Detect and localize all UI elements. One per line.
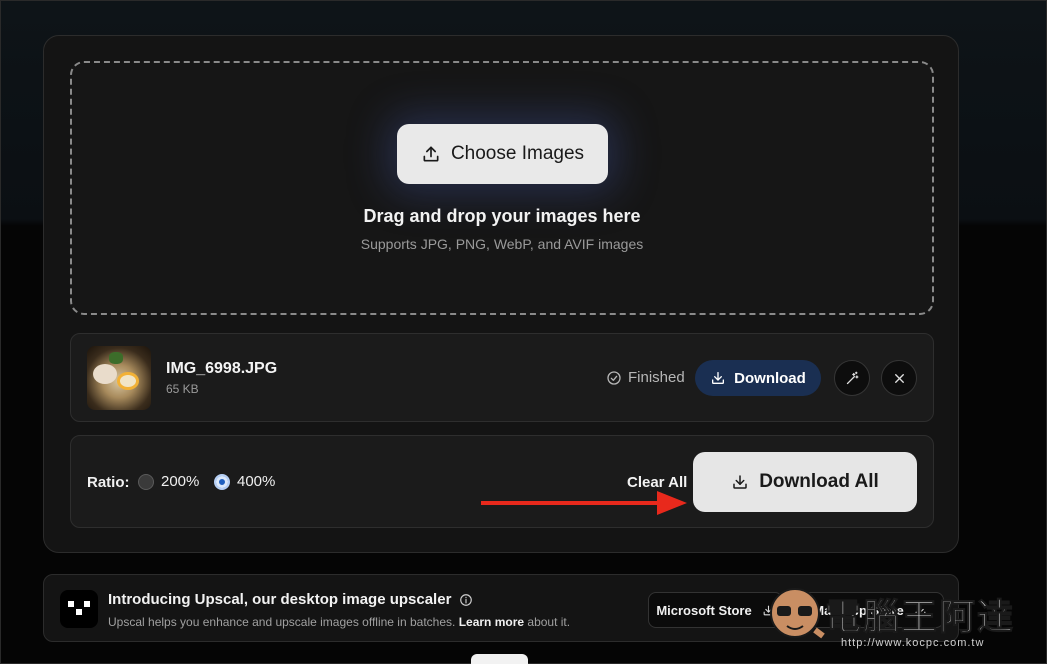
file-name: IMG_6998.JPG	[166, 360, 278, 377]
check-circle-icon	[607, 370, 621, 385]
download-icon	[712, 372, 725, 384]
status-text: Finished	[628, 369, 685, 386]
upscal-promo-banner: Introducing Upscal, our desktop image up…	[43, 574, 959, 642]
download-button[interactable]: Download	[695, 360, 821, 396]
upscaler-panel: Choose Images Drag and drop your images …	[43, 35, 959, 553]
status-badge: Finished	[606, 369, 685, 386]
radio-unselected[interactable]	[138, 473, 154, 490]
enhance-button[interactable]	[834, 360, 870, 396]
microsoft-store-label: Microsoft Store	[656, 602, 752, 618]
upscal-logo	[60, 590, 98, 628]
download-all-button[interactable]: Download All	[693, 452, 917, 512]
choose-images-label: Choose Images	[450, 143, 585, 164]
mac-app-store-label: Mac App Store	[813, 602, 904, 618]
choose-images-button[interactable]: Choose Images	[397, 124, 608, 184]
mac-app-store-button[interactable]: Mac App Store	[796, 592, 944, 628]
file-item: IMG_6998.JPG 65 KB Finished Download	[70, 333, 934, 422]
download-icon	[763, 605, 774, 615]
learn-more-link[interactable]: Learn more	[459, 615, 524, 629]
magic-wand-icon	[846, 371, 858, 384]
download-icon	[915, 605, 926, 615]
ratio-option-label: 200%	[161, 473, 200, 490]
ratio-option-400[interactable]: 400%	[214, 473, 275, 490]
drop-zone[interactable]: Choose Images Drag and drop your images …	[70, 61, 934, 315]
ratio-option-200[interactable]: 200%	[138, 473, 199, 490]
ratio-label: Ratio:	[87, 474, 130, 491]
promo-title: Introducing Upscal, our desktop image up…	[108, 591, 473, 608]
close-icon	[894, 373, 904, 383]
promo-title-text: Introducing Upscal, our desktop image up…	[108, 591, 452, 608]
promo-subtitle-text: Upscal helps you enhance and upscale ima…	[108, 615, 456, 629]
download-icon	[733, 475, 747, 489]
bottom-handle[interactable]	[471, 654, 528, 664]
download-all-label: Download All	[759, 471, 879, 492]
promo-subtitle: Upscal helps you enhance and upscale ima…	[108, 615, 570, 629]
info-icon[interactable]	[459, 593, 473, 607]
annotation-arrow	[481, 491, 687, 515]
download-label: Download	[734, 369, 806, 387]
remove-file-button[interactable]	[881, 360, 917, 396]
radio-selected[interactable]	[214, 473, 230, 490]
file-thumbnail	[87, 346, 151, 410]
drop-zone-title: Drag and drop your images here	[363, 206, 641, 226]
promo-subtitle-tail: about it.	[527, 615, 571, 629]
file-size: 65 KB	[166, 382, 199, 396]
upload-icon	[423, 146, 439, 162]
microsoft-store-button[interactable]: Microsoft Store	[648, 592, 783, 628]
drop-zone-subtitle: Supports JPG, PNG, WebP, and AVIF images	[360, 236, 644, 252]
ratio-option-label: 400%	[237, 473, 276, 490]
